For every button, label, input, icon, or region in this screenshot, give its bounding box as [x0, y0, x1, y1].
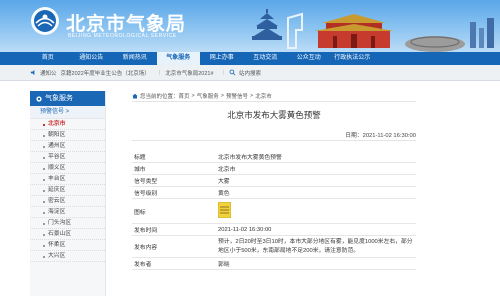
field-key: 图标 — [132, 198, 216, 224]
field-key: 城市 — [132, 162, 216, 175]
field-key: 信号类型 — [132, 174, 216, 187]
field-key: 发布内容 — [132, 235, 216, 258]
breadcrumb-divider — [132, 101, 416, 102]
home-icon — [132, 93, 138, 98]
sidebar-item-shunyi[interactable]: 顺义区 — [30, 163, 105, 174]
field-key: 发布者 — [132, 257, 216, 270]
article-date: 日期：2021-11-02 16:30:00 — [345, 133, 416, 139]
breadcrumb-sep: > — [220, 92, 224, 99]
sidebar-item-pinggu[interactable]: 平谷区 — [30, 152, 105, 163]
sidebar-item-miyun[interactable]: 密云区 — [30, 196, 105, 207]
site-title: 北京市气象局 — [66, 13, 187, 35]
site-search-link[interactable]: 站内搜索 — [239, 69, 261, 77]
nav-item-home[interactable]: 首页 — [26, 52, 70, 65]
sidebar-item-chaoyang[interactable]: 朝阳区 — [30, 130, 105, 141]
site-header: 北京市气象局 BEIJING METEOROLOGICAL SERVICE — [0, 0, 500, 52]
sidebar-item-mentougou[interactable]: 门头沟区 — [30, 218, 105, 229]
field-value: 大雾 — [216, 174, 416, 187]
breadcrumb-sep: > — [191, 92, 195, 99]
site-subtitle: BEIJING METEOROLOGICAL SERVICE — [68, 33, 177, 39]
main-nav: 首页 通知公告 新闻热讯 气象服务 网上办事 互动交流 公众互动 行政执法公示 — [0, 52, 500, 65]
table-row: 城市 北京市 — [132, 162, 416, 175]
notice-bar: 通知公 京籍2022年度毕业生公告（北京场） | 北京市气象局2021# | 站… — [0, 65, 500, 81]
notice-label: 通知公 — [40, 70, 57, 77]
breadcrumb-current: 北京市 — [255, 93, 272, 100]
nav-item-news[interactable]: 新闻热讯 — [113, 52, 157, 65]
sidebar-item-daxing[interactable]: 大兴区 — [30, 251, 105, 262]
sidebar-item-yanqing[interactable]: 延庆区 — [30, 185, 105, 196]
sidebar-item-fengtai[interactable]: 丰台区 — [30, 174, 105, 185]
table-row: 发布者 郭晓 — [132, 257, 416, 270]
landmark-skyline-illustration — [252, 9, 494, 52]
fog-yellow-warning-icon — [218, 202, 231, 218]
date-divider — [132, 140, 416, 141]
table-row: 发布内容 预计，2日20时至3日10时，本市大部分地区有雾，能见度1000米左右… — [132, 235, 416, 258]
sidebar-item-huairou[interactable]: 怀柔区 — [30, 240, 105, 251]
sidebar-heading-label: 气象服务 — [45, 95, 73, 102]
sidebar-item-tongzhou[interactable]: 通州区 — [30, 141, 105, 152]
breadcrumb: 您当前的位置：首页 > 气象服务 > 预警信号 > 北京市 — [132, 91, 416, 100]
warning-info-table: 标题 北京市发布大雾黄色预警 城市 北京市 信号类型 大雾 信号级别 黄色 图标 — [132, 151, 416, 270]
nav-item-public[interactable]: 公众互动 — [287, 52, 331, 65]
nav-item-notices[interactable]: 通知公告 — [70, 52, 114, 65]
search-icon[interactable] — [229, 69, 236, 76]
nav-item-interaction[interactable]: 互动交流 — [244, 52, 288, 65]
field-value: 北京市 — [216, 162, 416, 175]
field-key: 信号级别 — [132, 186, 216, 199]
article-title: 北京市发布大雾黄色预警 — [227, 110, 321, 120]
breadcrumb-sep: > — [249, 92, 254, 99]
main-content: 您当前的位置：首页 > 气象服务 > 预警信号 > 北京市 北京市发布大雾黄色预… — [132, 91, 416, 296]
field-value: 郭晓 — [216, 257, 416, 270]
table-row: 标题 北京市发布大雾黄色预警 — [132, 151, 416, 163]
table-row: 信号级别 黄色 — [132, 186, 416, 199]
notice-link-1[interactable]: 京籍2022年度毕业生公告（北京场） — [61, 69, 150, 77]
cloud-icon — [36, 95, 42, 102]
cma-logo-icon — [31, 7, 59, 35]
breadcrumb-item[interactable]: 您当前的位置：首页 — [140, 92, 190, 100]
table-row: 图标 — [132, 198, 416, 224]
nav-item-law-enforcement[interactable]: 行政执法公示 — [331, 52, 375, 65]
field-value: 预计，2日20时至3日10时，本市大部分地区有雾，能见度1000米左右，部分地区… — [216, 235, 416, 258]
sidebar: 气象服务 预警信号 > 北京市 朝阳区 通州区 平谷区 顺义区 丰台区 延庆区 … — [30, 91, 106, 296]
breadcrumb-item[interactable]: 预警信号 — [226, 92, 248, 100]
field-value: 黄色 — [216, 186, 416, 199]
notice-divider: | — [158, 69, 161, 76]
nav-item-weather-service[interactable]: 气象服务 — [156, 52, 200, 65]
speaker-icon — [30, 69, 35, 76]
sidebar-item-shijingshan[interactable]: 石景山区 — [30, 229, 105, 240]
table-row: 信号类型 大雾 — [132, 174, 416, 187]
field-value: 北京市发布大雾黄色预警 — [216, 151, 416, 163]
field-key: 标题 — [132, 151, 216, 163]
field-key: 发布时间 — [132, 223, 216, 236]
notice-link-2[interactable]: 北京市气象局2021# — [165, 69, 213, 77]
sidebar-heading: 气象服务 — [30, 91, 105, 106]
breadcrumb-item[interactable]: 气象服务 — [197, 92, 219, 100]
table-row: 发布时间 2021-11-02 16:30:00 — [132, 223, 416, 236]
notice-divider: | — [222, 69, 224, 76]
sidebar-subheading[interactable]: 预警信号 > — [30, 106, 105, 119]
sidebar-item-haidian[interactable]: 海淀区 — [30, 207, 105, 218]
nav-item-online-service[interactable]: 网上办事 — [200, 52, 244, 65]
field-value — [216, 198, 416, 224]
field-value: 2021-11-02 16:30:00 — [216, 223, 416, 236]
sidebar-item-beijing[interactable]: 北京市 — [30, 119, 105, 130]
